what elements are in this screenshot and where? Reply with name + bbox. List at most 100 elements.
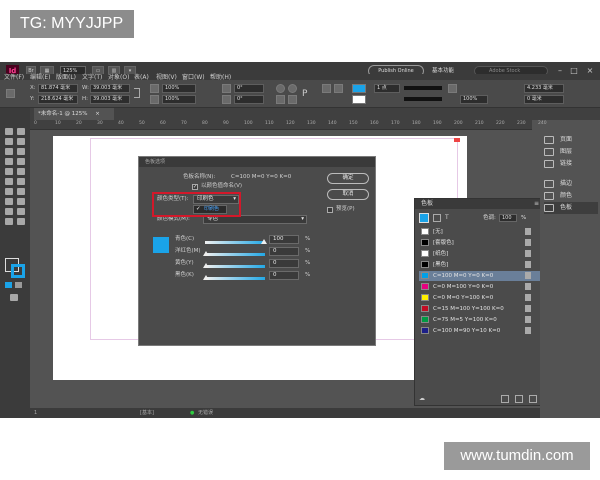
apply-gradient-icon[interactable] <box>15 282 22 288</box>
x-field[interactable]: 81.874 毫米 <box>38 84 78 93</box>
screen-mode-icon[interactable] <box>10 294 18 301</box>
tint-field[interactable]: 100 <box>499 214 517 222</box>
delete-swatch-icon[interactable] <box>529 395 537 403</box>
pen-tool-icon[interactable] <box>5 168 13 175</box>
slider-track[interactable] <box>205 253 265 256</box>
slider-thumb[interactable] <box>203 263 209 268</box>
scissors-tool-icon[interactable] <box>5 188 13 195</box>
gradient-feather-tool-icon[interactable] <box>17 198 25 205</box>
document-tab[interactable]: *未命名-1 @ 125% × <box>34 108 114 120</box>
fill-swatch-icon[interactable] <box>352 84 366 93</box>
reference-point-icon[interactable] <box>6 89 15 98</box>
y-field[interactable]: 218.624 毫米 <box>38 95 78 104</box>
shear-field[interactable]: 0° <box>234 95 264 104</box>
rectangle-tool-icon[interactable] <box>17 178 25 185</box>
flip-vertical-icon[interactable] <box>288 95 297 104</box>
tab-close-icon[interactable]: × <box>95 111 100 117</box>
swatch-chip <box>421 250 429 257</box>
slider-thumb[interactable] <box>203 251 209 256</box>
dock-layers[interactable]: 图层 <box>544 146 598 158</box>
slider-value-field[interactable]: 0 <box>269 247 299 256</box>
name-with-value-checkbox[interactable]: ✓ <box>192 184 198 190</box>
swatch-row[interactable]: C=0 M=100 Y=0 K=0 <box>419 282 541 292</box>
zoom-tool-icon[interactable] <box>17 218 25 225</box>
swatch-row[interactable]: C=100 M=0 Y=0 K=0 <box>419 271 541 281</box>
folder-icon[interactable] <box>501 395 509 403</box>
dock-links[interactable]: 链接 <box>544 158 598 170</box>
line-tool-icon[interactable] <box>17 158 25 165</box>
swatch-row[interactable]: [无] <box>419 227 541 237</box>
swatch-row[interactable]: C=100 M=90 Y=10 K=0 <box>419 326 541 336</box>
stroke-color-icon[interactable] <box>11 264 25 278</box>
swatch-name-value[interactable]: C=100 M=0 Y=0 K=0 <box>231 173 291 182</box>
scale-y-field[interactable]: 100% <box>162 95 196 104</box>
swatch-row[interactable]: C=15 M=100 Y=100 K=0 <box>419 304 541 314</box>
ruler-tick: 130 <box>307 121 316 126</box>
dock-stroke[interactable]: 描边 <box>544 178 598 190</box>
panel-menu-icon[interactable]: ≡ <box>534 199 539 209</box>
swatch-row[interactable]: [黑色] <box>419 260 541 270</box>
slider-track[interactable] <box>205 277 265 280</box>
swatch-row[interactable]: C=0 M=0 Y=100 K=0 <box>419 293 541 303</box>
fill-stroke-icon[interactable] <box>419 213 429 223</box>
select-container-icon[interactable] <box>322 84 331 93</box>
slider-thumb[interactable] <box>261 239 267 244</box>
height-field[interactable]: 39.003 毫米 <box>90 95 130 104</box>
swatch-row[interactable]: C=75 M=5 Y=100 K=0 <box>419 315 541 325</box>
preview-checkbox[interactable] <box>327 207 333 213</box>
swatch-type-icon <box>525 261 539 268</box>
width-field[interactable]: 39.003 毫米 <box>90 84 130 93</box>
stroke-type-selector[interactable] <box>404 86 442 90</box>
new-swatch-icon[interactable] <box>515 395 523 403</box>
select-content-icon[interactable] <box>334 84 343 93</box>
gap-tool-icon[interactable] <box>17 138 25 145</box>
eyedropper-tool-icon[interactable] <box>17 208 25 215</box>
rotate-ccw-icon[interactable] <box>288 84 297 93</box>
opacity-field[interactable]: 100% <box>460 95 488 104</box>
hand-tool-icon[interactable] <box>5 218 13 225</box>
formatting-text-icon[interactable]: T <box>445 214 453 222</box>
dock-pages[interactable]: 页面 <box>544 134 598 146</box>
slider-value-field[interactable]: 0 <box>269 259 299 268</box>
page-tool-icon[interactable] <box>5 138 13 145</box>
selection-tool-icon[interactable] <box>5 128 13 135</box>
cloud-icon[interactable]: ☁ <box>419 395 429 403</box>
dock-color[interactable]: 颜色 <box>544 190 598 202</box>
apply-color-icon[interactable] <box>5 282 12 288</box>
swatch-row[interactable]: [纸色] <box>419 249 541 259</box>
constrain-link-icon[interactable] <box>134 88 140 98</box>
slider-thumb[interactable] <box>203 275 209 280</box>
free-transform-tool-icon[interactable] <box>17 188 25 195</box>
rotate-cw-icon[interactable] <box>276 84 285 93</box>
type-tool-icon[interactable] <box>5 158 13 165</box>
rotate-field[interactable]: 0° <box>234 84 264 93</box>
stroke-weight-field[interactable]: 1 点 <box>374 84 400 93</box>
content-placer-icon[interactable] <box>17 148 25 155</box>
scale-x-field[interactable]: 100% <box>162 84 196 93</box>
dock-swatches[interactable]: 色板 <box>544 202 598 214</box>
rectangle-frame-tool-icon[interactable] <box>5 178 13 185</box>
slider-value-field[interactable]: 100 <box>269 235 299 244</box>
stroke-swatch-icon[interactable] <box>352 95 366 104</box>
offset-field[interactable]: 4.233 毫米 <box>524 84 564 93</box>
cancel-button[interactable]: 取消 <box>327 189 369 200</box>
slider-track[interactable] <box>205 265 265 268</box>
content-collector-icon[interactable] <box>5 148 13 155</box>
gap-field[interactable]: 0 毫米 <box>524 95 564 104</box>
slider-value-field[interactable]: 0 <box>269 271 299 280</box>
pencil-tool-icon[interactable] <box>17 168 25 175</box>
formatting-container-icon[interactable] <box>433 214 441 222</box>
stroke-style-selector[interactable] <box>404 97 442 101</box>
gradient-swatch-tool-icon[interactable] <box>5 198 13 205</box>
p-icon[interactable]: P <box>302 89 307 99</box>
page-number[interactable]: 1 <box>34 408 37 418</box>
flip-horizontal-icon[interactable] <box>276 95 285 104</box>
note-tool-icon[interactable] <box>5 208 13 215</box>
highlight-box <box>152 192 241 217</box>
slider-track[interactable] <box>205 241 265 244</box>
effects-icon[interactable] <box>448 84 457 93</box>
ok-button[interactable]: 确定 <box>327 173 369 184</box>
preflight-status: 无错误 <box>198 410 214 416</box>
swatch-row[interactable]: [套版色] <box>419 238 541 248</box>
direct-selection-tool-icon[interactable] <box>17 128 25 135</box>
